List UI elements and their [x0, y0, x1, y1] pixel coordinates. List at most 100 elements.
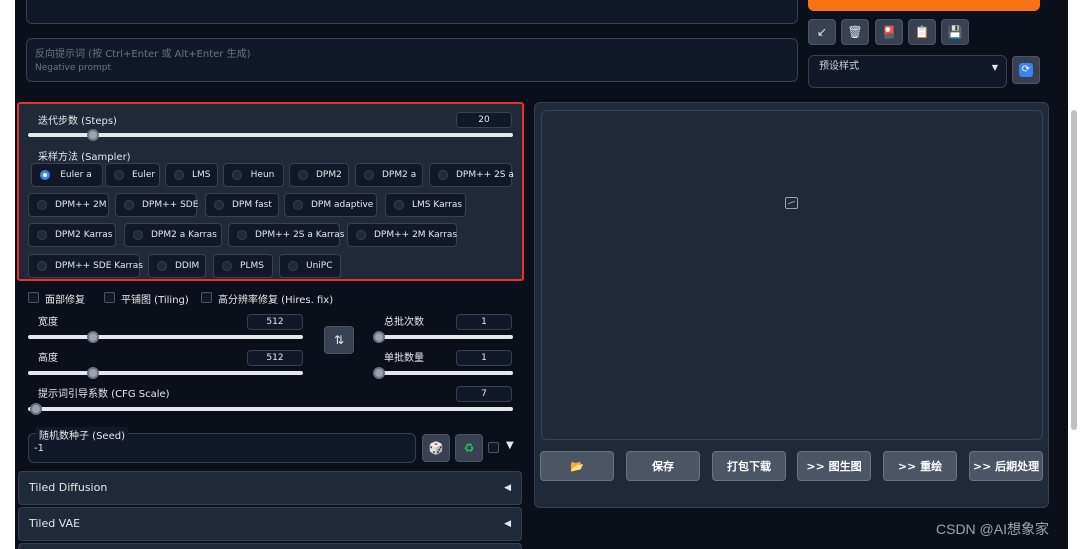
send-to-extras-button[interactable]: >> 后期处理 — [969, 451, 1043, 481]
sampler-option[interactable]: DPM adaptive — [284, 193, 377, 217]
width-input[interactable]: 512 — [247, 314, 303, 330]
extra-networks-button[interactable]: 🎴 — [875, 19, 903, 45]
sampler-option-label: LMS Karras — [412, 200, 463, 210]
generate-button[interactable] — [808, 0, 1040, 11]
folder-icon: 📂 — [570, 459, 584, 473]
accordion-title: Tiled VAE — [29, 517, 81, 530]
face-restore-checkbox[interactable] — [28, 292, 39, 303]
sampler-option[interactable]: DPM++ SDE — [115, 193, 198, 217]
steps-input[interactable]: 20 — [456, 112, 512, 128]
clipboard-icon: 📋 — [914, 25, 930, 39]
sampler-option[interactable]: DDIM — [148, 254, 206, 278]
radio-dot — [394, 200, 404, 210]
sampler-option-label: DPM2 — [316, 170, 342, 180]
radio-dot — [157, 261, 167, 271]
batch-size-label: 单批数量 — [384, 353, 424, 364]
sampler-option[interactable]: DPM++ 2S a — [429, 163, 514, 187]
batch-count-label: 总批次数 — [384, 317, 424, 328]
batch-count-slider-thumb[interactable] — [373, 331, 385, 343]
arrow-icon: ↙ — [816, 25, 828, 39]
height-input[interactable]: 512 — [247, 350, 303, 366]
clear-prompt-button[interactable]: 🗑 — [841, 19, 869, 45]
batch-count-input[interactable]: 1 — [456, 314, 512, 330]
sampler-option[interactable]: LMS Karras — [385, 193, 466, 217]
cfg-scale-slider[interactable] — [28, 407, 513, 411]
refresh-styles-button[interactable]: ⟳ — [1012, 56, 1040, 84]
sampler-option-label: DPM++ 2M Karras — [374, 230, 458, 240]
steps-label: 迭代步数 (Steps) — [38, 116, 117, 127]
extra-seed-checkbox[interactable] — [488, 442, 499, 453]
apply-style-button[interactable]: 📋 — [908, 19, 936, 45]
send-to-img2img-button[interactable]: >> 图生图 — [797, 451, 871, 481]
expand-arrow-icon: ◀ — [504, 519, 511, 529]
sampler-option[interactable]: PLMS — [213, 254, 273, 278]
height-slider-thumb[interactable] — [87, 367, 99, 379]
tiled-diffusion-accordion[interactable]: Tiled Diffusion ◀ — [18, 471, 522, 505]
save-style-button[interactable]: 💾 — [941, 19, 969, 45]
steps-slider-thumb[interactable] — [87, 129, 99, 141]
width-slider-thumb[interactable] — [87, 331, 99, 343]
batch-count-slider[interactable] — [374, 335, 513, 339]
swap-dimensions-button[interactable]: ⇅ — [324, 326, 354, 354]
read-params-button[interactable]: ↙ — [808, 19, 836, 45]
sampler-option[interactable]: Euler — [105, 163, 160, 187]
random-seed-button[interactable]: 🎲 — [422, 434, 450, 462]
radio-dot — [364, 170, 374, 180]
radio-dot — [214, 200, 224, 210]
scrollbar-thumb[interactable] — [1071, 110, 1077, 430]
styles-label: 预设样式 — [819, 61, 859, 72]
hires-fix-checkbox[interactable] — [201, 292, 212, 303]
sampler-option-label: DPM2 a — [382, 170, 417, 180]
sampler-option[interactable]: DPM++ 2M Karras — [347, 223, 457, 247]
negative-prompt-textarea[interactable]: 反向提示词 (按 Ctrl+Enter 或 Alt+Enter 生成) Nega… — [26, 38, 798, 82]
left-page-margin — [0, 0, 15, 549]
sampler-option[interactable]: DPM2 a — [355, 163, 423, 187]
sampler-option[interactable]: DPM++ SDE Karras — [28, 254, 143, 278]
cfg-scale-input[interactable]: 7 — [456, 386, 512, 402]
refresh-icon: ⟳ — [1019, 63, 1033, 77]
sampler-option[interactable]: Euler a — [31, 163, 103, 187]
save-button[interactable]: 保存 — [626, 451, 700, 481]
seed-label: 随机数种子 (Seed) — [36, 427, 128, 442]
watermark-text: CSDN @AI想象家 — [936, 521, 1049, 537]
sampler-option[interactable]: LMS — [165, 163, 218, 187]
height-slider[interactable] — [28, 371, 303, 375]
swap-icon: ⇅ — [333, 333, 345, 347]
sampler-option-label: DPM++ 2S a Karras — [255, 230, 345, 240]
width-slider[interactable] — [28, 335, 303, 339]
chevron-down-icon: ▼ — [991, 63, 998, 72]
next-accordion[interactable] — [18, 543, 522, 549]
width-label: 宽度 — [38, 317, 58, 328]
dice-icon: 🎲 — [428, 441, 444, 455]
reuse-seed-button[interactable]: ♻ — [455, 434, 483, 462]
zip-download-button[interactable]: 打包下载 — [712, 451, 786, 481]
sampler-option[interactable]: DPM2 Karras — [28, 223, 116, 247]
tiling-checkbox[interactable] — [104, 292, 115, 303]
sampler-option[interactable]: DPM2 — [289, 163, 349, 187]
steps-slider[interactable] — [28, 133, 513, 137]
tiled-vae-accordion[interactable]: Tiled VAE ◀ — [18, 507, 522, 541]
batch-size-slider-thumb[interactable] — [373, 367, 385, 379]
sampler-option[interactable]: DPM fast — [205, 193, 279, 217]
sampler-option[interactable]: UniPC — [279, 254, 341, 278]
styles-dropdown[interactable]: 预设样式 ▼ — [808, 55, 1007, 88]
extra-seed-toggle-icon[interactable]: ▼ — [506, 440, 514, 451]
card-icon: 🎴 — [881, 25, 897, 39]
sampler-option-label: LMS — [192, 170, 211, 180]
expand-arrow-icon: ◀ — [504, 483, 511, 493]
sampler-option-label: DPM fast — [232, 200, 272, 210]
sampler-option[interactable]: DPM2 a Karras — [124, 223, 222, 247]
sampler-option-label: DPM adaptive — [311, 200, 374, 210]
radio-dot — [40, 170, 50, 180]
batch-size-input[interactable]: 1 — [456, 350, 512, 366]
seed-value: -1 — [34, 443, 44, 454]
sampler-option[interactable]: DPM++ 2M — [28, 193, 109, 217]
sampler-option[interactable]: Heun — [223, 163, 284, 187]
cfg-scale-slider-thumb[interactable] — [30, 403, 42, 415]
open-folder-button[interactable]: 📂 — [540, 451, 614, 481]
batch-size-slider[interactable] — [374, 371, 513, 375]
radio-dot — [356, 230, 366, 240]
sampler-option[interactable]: DPM++ 2S a Karras — [228, 223, 344, 247]
send-to-inpaint-button[interactable]: >> 重绘 — [883, 451, 957, 481]
prompt-textarea[interactable] — [26, 0, 798, 24]
